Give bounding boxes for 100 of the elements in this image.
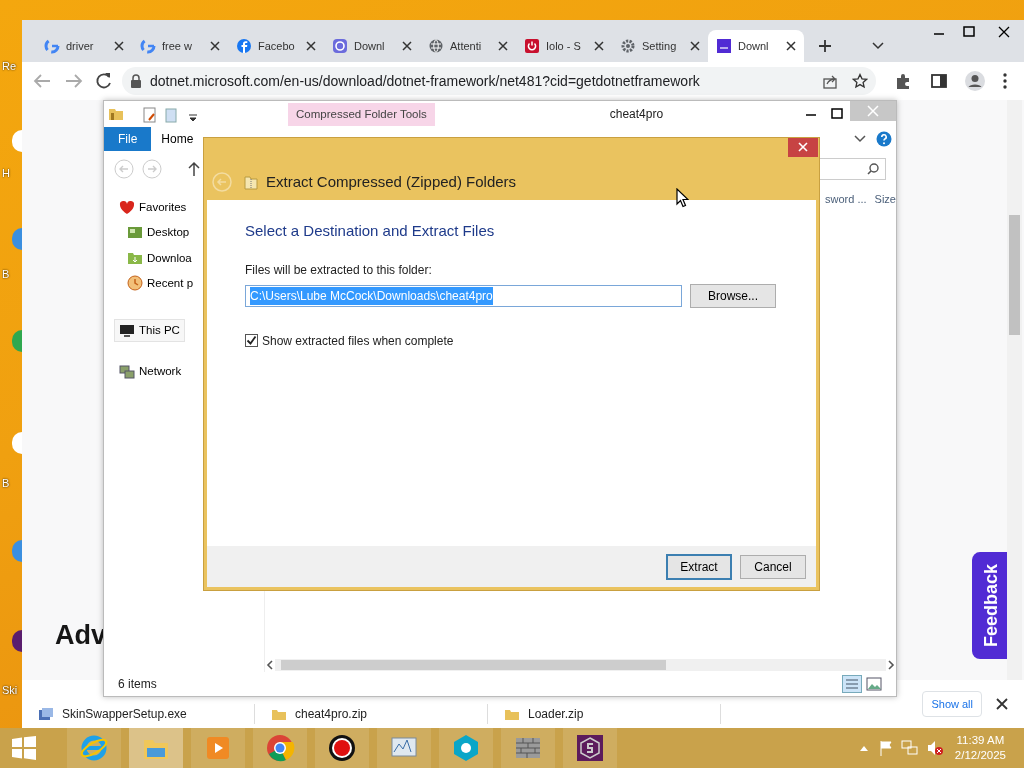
reload-icon[interactable] — [94, 71, 114, 91]
desktop-icon-label: H — [2, 166, 11, 181]
scroll-left-icon[interactable] — [265, 660, 275, 670]
context-tab-header: Compressed Folder Tools — [288, 102, 435, 126]
dialog-heading: Select a Destination and Extract Files — [245, 221, 496, 241]
installer-icon — [38, 707, 54, 721]
muted-speaker-icon[interactable] — [926, 740, 943, 756]
properties-icon[interactable] — [142, 107, 158, 123]
download-filename: SkinSwapperSetup.exe — [62, 706, 187, 723]
browser-tab[interactable]: free w — [132, 30, 228, 62]
browser-tab[interactable]: Downl — [324, 30, 420, 62]
close-icon[interactable] — [306, 41, 316, 51]
menu-icon[interactable] — [1002, 72, 1008, 90]
close-icon[interactable] — [114, 41, 124, 51]
gear-icon — [620, 38, 636, 54]
window-title: cheat4pro — [608, 105, 665, 123]
dropdown-icon[interactable] — [872, 42, 884, 50]
close-icon[interactable] — [594, 41, 604, 51]
close-icon[interactable] — [498, 41, 508, 51]
dialog-button[interactable]: Cancel — [740, 554, 806, 579]
desktop-icon — [127, 224, 143, 241]
recent-icon — [127, 275, 143, 292]
sapp-icon — [575, 733, 605, 763]
side-panel-icon[interactable] — [930, 72, 948, 90]
page-heading: Adv — [55, 622, 106, 649]
address-bar[interactable]: dotnet.microsoft.com/en-us/download/dotnet-framework/net481?cid=getdotnetframework — [122, 67, 876, 95]
downloads-icon — [127, 250, 143, 267]
nav-item[interactable]: This PC — [114, 319, 185, 343]
checkbox-label: Show extracted files when complete — [262, 332, 454, 350]
folder-icon[interactable] — [108, 106, 124, 122]
close-icon[interactable] — [786, 41, 796, 51]
taskbar-app[interactable] — [315, 728, 369, 768]
expand-ribbon-icon[interactable] — [854, 134, 866, 143]
star-icon[interactable] — [852, 73, 868, 89]
download-filename: cheat4pro.zip — [295, 706, 368, 723]
dialog-title: Extract Compressed (Zipped) Folders — [266, 172, 517, 192]
nav-item[interactable]: Desktop — [114, 221, 195, 245]
ie-icon — [79, 733, 109, 763]
nav-item[interactable]: Favorites — [114, 196, 192, 220]
facebook-icon — [236, 38, 252, 54]
field-label: Files will be extracted to this folder: — [245, 261, 433, 279]
pc-icon — [119, 322, 135, 339]
new-tab-icon[interactable] — [818, 39, 832, 53]
scrollbar-thumb[interactable] — [1009, 215, 1020, 335]
checkbox[interactable] — [245, 334, 258, 347]
up-arrow-icon[interactable] — [188, 160, 200, 177]
close-icon[interactable] — [996, 698, 1008, 710]
desktop-icon[interactable] — [12, 630, 22, 652]
download-item[interactable]: Loader.zip — [488, 704, 721, 724]
scrollbar-thumb[interactable] — [281, 660, 666, 670]
browser-tab[interactable]: Attenti — [420, 30, 516, 62]
scroll-right-icon[interactable] — [886, 660, 896, 670]
dropdown-icon[interactable] — [188, 112, 198, 122]
column-header[interactable]: Size — [874, 191, 896, 208]
windows-start-icon[interactable] — [11, 735, 37, 761]
help-icon[interactable] — [876, 130, 892, 147]
scrollbar[interactable] — [1007, 100, 1022, 680]
browser-tab[interactable]: Setting — [612, 30, 708, 62]
chrome-icon — [265, 733, 295, 763]
show-all-button[interactable]: Show all — [922, 690, 982, 718]
horizontal-scrollbar[interactable] — [275, 659, 886, 671]
zip-folder-icon — [271, 707, 287, 721]
close-icon[interactable] — [210, 41, 220, 51]
ribbon-tab[interactable]: File — [104, 126, 152, 151]
column-header[interactable]: sword ... — [825, 191, 867, 208]
record-icon — [327, 733, 357, 763]
network-icon — [119, 363, 135, 380]
extensions-icon[interactable] — [894, 72, 912, 90]
desktop-icon-label: Re — [2, 59, 18, 74]
taskbar-app[interactable] — [563, 728, 617, 768]
close-icon[interactable] — [690, 41, 700, 51]
lock-icon — [130, 74, 142, 88]
download-item[interactable]: cheat4pro.zip — [255, 704, 488, 724]
ribbon-tab[interactable]: Home — [155, 126, 200, 151]
dialog-button[interactable]: Extract — [666, 553, 732, 580]
nav-item[interactable]: Recent p — [114, 271, 199, 295]
download-item[interactable]: SkinSwapperSetup.exe — [22, 704, 255, 724]
large-icons-view-icon[interactable] — [866, 677, 882, 691]
nav-item[interactable]: Downloa — [114, 246, 197, 270]
dotnet-icon — [716, 38, 732, 54]
status-text: 6 items — [118, 676, 158, 693]
hex-icon — [451, 733, 481, 763]
address-text: dotnet.microsoft.com/en-us/download/dotnet-framework/net481?cid=getdotnetframework — [150, 71, 701, 91]
browse-button[interactable]: Browse... — [690, 283, 776, 308]
desktop-icon-label: Ski — [2, 683, 19, 698]
browser-tab[interactable]: Iolo - S — [516, 30, 612, 62]
browser-tab[interactable]: Downl — [708, 30, 804, 62]
share-icon[interactable] — [822, 73, 838, 89]
download-filename: Loader.zip — [528, 706, 584, 723]
desktop-icon-label: B — [2, 267, 11, 282]
nav-item[interactable]: Network — [114, 360, 187, 384]
browser-tab[interactable]: Facebo — [228, 30, 324, 62]
profile-icon[interactable] — [964, 70, 986, 92]
desktop-icon-label: B — [2, 476, 11, 491]
heart-icon — [119, 199, 135, 216]
zip-folder-icon — [504, 707, 520, 721]
browser-tab[interactable]: driver — [36, 30, 132, 62]
power-icon — [524, 38, 540, 54]
zip-folder-icon — [244, 174, 258, 191]
close-icon[interactable] — [402, 41, 412, 51]
